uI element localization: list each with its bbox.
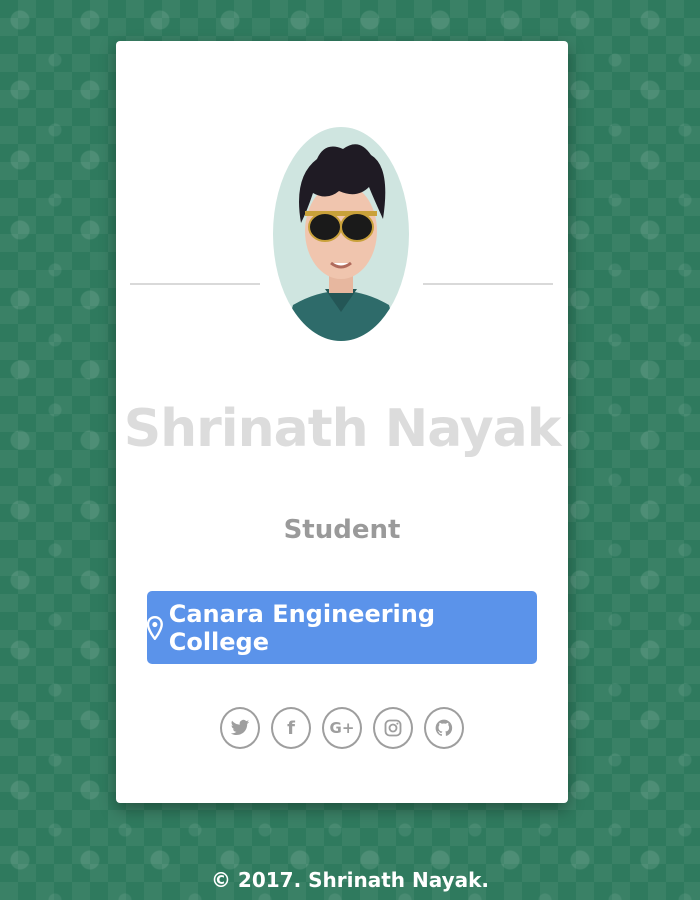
divider-left [130, 283, 260, 285]
profile-role: Student [283, 515, 401, 545]
avatar-illustration [283, 144, 399, 341]
college-button[interactable]: Canara Engineering College [147, 591, 537, 664]
facebook-link[interactable]: f [271, 707, 311, 749]
divider-right [423, 283, 553, 285]
github-link[interactable] [424, 707, 464, 749]
footer-copyright: © 2017. Shrinath Nayak. [210, 868, 490, 892]
twitter-link[interactable] [220, 707, 260, 749]
profile-card: Shrinath Nayak Student Canara Engineerin… [116, 41, 568, 803]
github-icon [435, 719, 453, 736]
avatar [273, 127, 409, 341]
twitter-icon [230, 719, 250, 735]
social-links: f G+ [116, 707, 568, 749]
google-plus-link[interactable]: G+ [322, 707, 362, 749]
instagram-icon [384, 719, 402, 737]
facebook-icon: f [287, 717, 295, 739]
instagram-link[interactable] [373, 707, 413, 749]
profile-name: Shrinath Nayak [123, 399, 562, 459]
college-label: Canara Engineering College [168, 599, 436, 656]
map-marker-icon [147, 615, 163, 640]
google-plus-icon: G+ [329, 719, 355, 737]
